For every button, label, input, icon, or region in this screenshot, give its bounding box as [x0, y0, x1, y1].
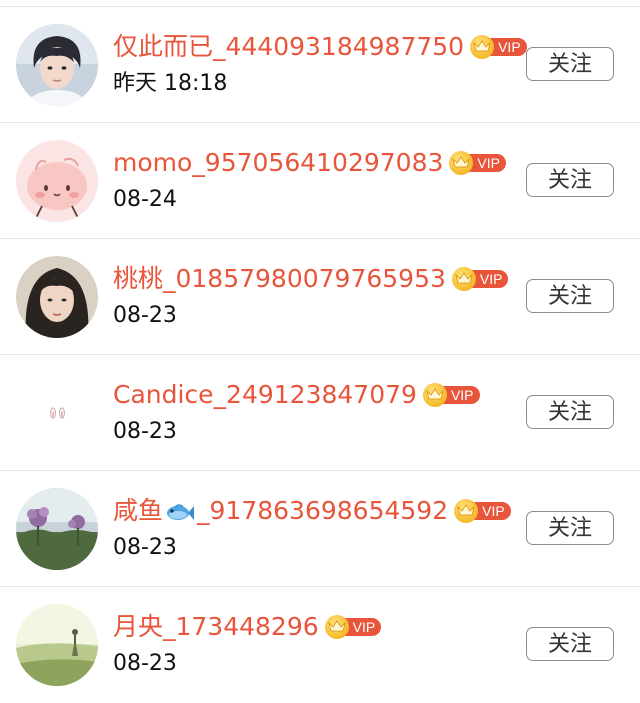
- vip-badge: VIP: [454, 499, 511, 523]
- fish-emoji-icon: [165, 500, 195, 524]
- list-item[interactable]: momo_957056410297083 VIP 08-24 关注: [0, 123, 640, 239]
- follow-button[interactable]: 关注: [526, 627, 614, 661]
- timestamp: 08-24: [113, 187, 177, 212]
- follow-button[interactable]: 关注: [526, 47, 614, 81]
- name-line: momo_957056410297083 VIP: [113, 146, 506, 180]
- avatar[interactable]: [16, 604, 98, 686]
- avatar-man-portrait-icon: [16, 24, 98, 106]
- vip-badge: VIP: [470, 35, 527, 59]
- name-line: 月央_173448296 VIP: [113, 610, 382, 644]
- vip-badge: VIP: [451, 267, 509, 291]
- timestamp: 08-23: [113, 419, 177, 444]
- follow-button[interactable]: 关注: [526, 279, 614, 313]
- user-name[interactable]: Candice_249123847079: [113, 378, 417, 412]
- user-name[interactable]: 咸鱼 _917863698654592: [113, 494, 448, 528]
- list-item[interactable]: 月央_173448296 VIP 08-23 关注: [0, 587, 640, 703]
- follow-button[interactable]: 关注: [526, 163, 614, 197]
- avatar[interactable]: [16, 372, 98, 454]
- name-line: Candice_249123847079 VIP: [113, 378, 480, 412]
- timestamp: 昨天 18:18: [113, 71, 228, 96]
- timestamp: 08-23: [113, 535, 177, 560]
- crown-icon: [454, 499, 479, 523]
- avatar-landscape-photo-icon: [16, 604, 98, 686]
- avatar[interactable]: [16, 256, 98, 338]
- crown-icon: [422, 383, 447, 407]
- crown-icon: [470, 35, 495, 59]
- list-item[interactable]: 仅此而已_444093184987750 VIP 昨天 18:18 关注: [0, 7, 640, 123]
- name-line: 桃桃_01857980079765953 VIP: [113, 262, 509, 296]
- list-item[interactable]: 桃桃_01857980079765953 VIP 08-23 关注: [0, 239, 640, 355]
- follower-list: 仅此而已_444093184987750 VIP 昨天 18:18 关注 mom…: [0, 0, 640, 698]
- user-name[interactable]: momo_957056410297083: [113, 146, 443, 180]
- avatar-flowers-photo-icon: [16, 488, 98, 570]
- avatar[interactable]: [16, 24, 98, 106]
- name-line: 仅此而已_444093184987750 VIP: [113, 30, 527, 64]
- user-name-prefix: 咸鱼: [113, 496, 164, 525]
- avatar[interactable]: [16, 488, 98, 570]
- user-name[interactable]: 桃桃_01857980079765953: [113, 262, 446, 296]
- vip-badge: VIP: [324, 615, 382, 639]
- list-item[interactable]: Candice_249123847079 VIP 08-23 关注: [0, 355, 640, 471]
- user-name[interactable]: 月央_173448296: [113, 610, 319, 644]
- timestamp: 08-23: [113, 651, 177, 676]
- timestamp: 08-23: [113, 303, 177, 328]
- follow-button[interactable]: 关注: [526, 511, 614, 545]
- vip-badge: VIP: [422, 383, 480, 407]
- user-name[interactable]: 仅此而已_444093184987750: [113, 30, 464, 64]
- name-line: 咸鱼 _917863698654592 VIP: [113, 494, 511, 528]
- crown-icon: [324, 615, 349, 639]
- avatar-bunny-ears-icon: [16, 372, 98, 454]
- crown-icon: [451, 267, 476, 291]
- follow-button[interactable]: 关注: [526, 395, 614, 429]
- user-name-suffix: _917863698654592: [197, 496, 449, 525]
- avatar-woman-portrait-icon: [16, 256, 98, 338]
- avatar[interactable]: [16, 140, 98, 222]
- vip-badge: VIP: [449, 151, 506, 175]
- avatar-pink-cartoon-icon: [16, 140, 98, 222]
- list-item[interactable]: 咸鱼 _917863698654592 VIP 08-23 关注: [0, 471, 640, 587]
